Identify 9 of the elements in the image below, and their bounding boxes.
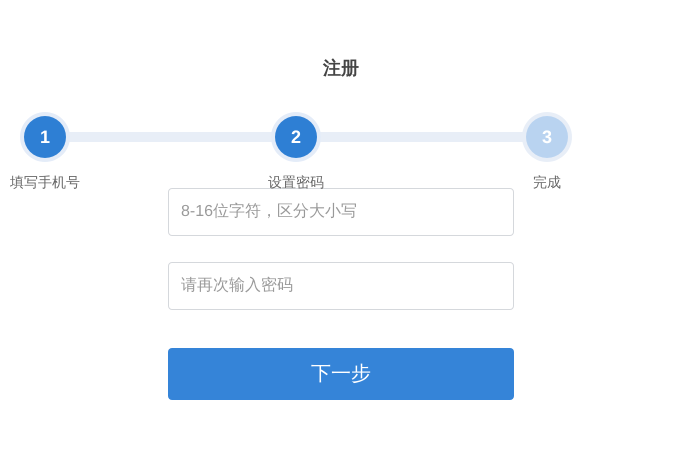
step-number: 1: [24, 116, 66, 158]
password-field[interactable]: 8-16位字符，区分大小写: [168, 188, 514, 236]
step-number: 3: [526, 116, 568, 158]
step-label: 填写手机号: [10, 173, 80, 192]
page-title: 注册: [323, 57, 359, 80]
step-label: 完成: [533, 173, 561, 192]
next-step-button[interactable]: 下一步: [168, 348, 514, 400]
password-field[interactable]: 请再次输入密码: [168, 262, 514, 310]
step-number: 2: [275, 116, 317, 158]
